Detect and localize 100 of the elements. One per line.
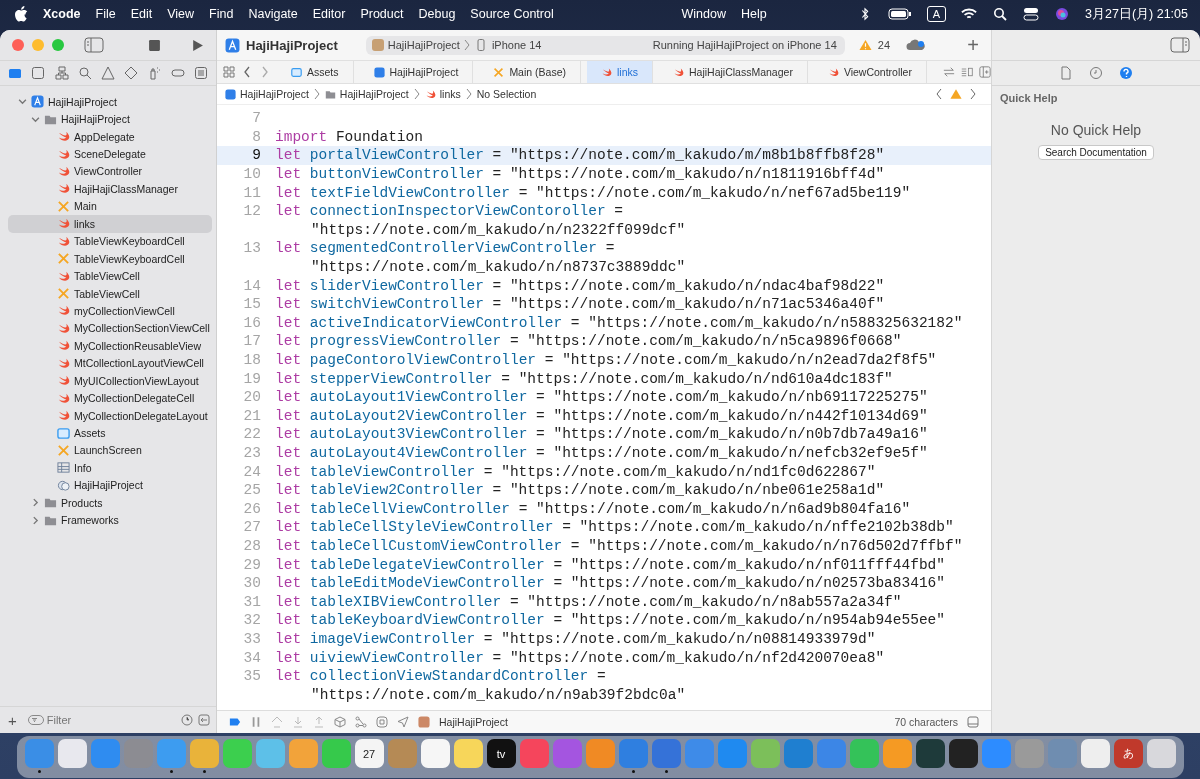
sidebar-toggle-icon[interactable]: [84, 37, 104, 53]
navigator-item[interactable]: Assets: [8, 424, 212, 442]
step-over-icon[interactable]: [271, 716, 283, 728]
navigator-item[interactable]: TableViewKeyboardCell: [8, 232, 212, 250]
menu-item[interactable]: File: [95, 7, 116, 21]
navigator-item[interactable]: TableViewCell: [8, 284, 212, 303]
navigator-item[interactable]: HajiHajiProject: [8, 110, 212, 128]
environment-icon[interactable]: [376, 716, 388, 728]
folder-icon[interactable]: [8, 66, 22, 80]
app-icon[interactable]: [420, 739, 450, 768]
help-icon[interactable]: [1119, 66, 1133, 80]
app-icon[interactable]: [453, 739, 483, 768]
navigator-item[interactable]: MyCollectionDelegateLayout: [8, 406, 212, 425]
editor-tab[interactable]: HajiHajiClassManager: [659, 61, 808, 83]
menu-item[interactable]: Navigate: [248, 7, 298, 21]
source-control-icon[interactable]: [31, 66, 46, 80]
inspector-toggle-icon[interactable]: [1170, 37, 1190, 53]
step-in-icon[interactable]: [292, 716, 304, 728]
grid-icon[interactable]: [223, 66, 235, 78]
device-selector[interactable]: iPhone 14: [491, 39, 542, 51]
navigator-item[interactable]: ViewController: [8, 162, 212, 181]
graph-icon[interactable]: [355, 716, 367, 728]
navigator-item[interactable]: Main: [8, 197, 212, 216]
add-editor-icon[interactable]: [979, 66, 991, 78]
swap-icon[interactable]: [943, 66, 955, 78]
app-icon[interactable]: 27: [354, 739, 384, 768]
control-center-icon[interactable]: [1023, 7, 1040, 21]
navigator-item[interactable]: HajiHajiProject: [8, 476, 212, 495]
breadcrumb-item[interactable]: links: [424, 88, 461, 100]
menu-item[interactable]: Editor: [312, 7, 346, 21]
stop-icon[interactable]: [148, 38, 161, 52]
cube-icon[interactable]: [334, 716, 346, 728]
editor-tab[interactable]: HajiHajiProject: [359, 61, 474, 83]
navigator-item[interactable]: MtCollectionLayoutViewCell: [8, 354, 212, 372]
navigator-item[interactable]: Info: [8, 459, 212, 477]
menu-item[interactable]: Product: [360, 7, 404, 21]
tag-icon[interactable]: [170, 66, 185, 80]
warning-count[interactable]: 24: [877, 39, 890, 51]
warning-icon[interactable]: [101, 66, 115, 80]
editor-tab[interactable]: Main (Base): [479, 61, 581, 83]
app-icon[interactable]: [948, 739, 978, 768]
pause-icon[interactable]: [250, 716, 262, 728]
history-icon[interactable]: [1089, 66, 1103, 80]
scheme-selector[interactable]: HajiHajiProject: [387, 39, 460, 51]
input-mode-indicator[interactable]: A: [926, 6, 947, 22]
battery-icon[interactable]: [887, 7, 912, 21]
editor-tab[interactable]: links: [587, 61, 653, 83]
add-button[interactable]: +: [967, 35, 979, 55]
menu-item[interactable]: Edit: [130, 7, 153, 21]
apple-logo-icon[interactable]: [14, 6, 28, 22]
console-toggle-icon[interactable]: [967, 716, 979, 728]
warning-icon[interactable]: [858, 39, 872, 51]
app-icon[interactable]: [1080, 739, 1110, 768]
app-icon[interactable]: [57, 739, 87, 768]
navigator-item[interactable]: MyCollectionDelegateCell: [8, 389, 212, 407]
search-icon[interactable]: [992, 7, 1009, 21]
navigator-item[interactable]: MyCollectionSectionViewCell: [8, 319, 212, 338]
navigator-item[interactable]: TableViewCell: [8, 267, 212, 285]
navigator-item[interactable]: myCollectionViewCell: [8, 302, 212, 320]
navigator-item[interactable]: MyCollectionReusableView: [8, 337, 212, 355]
menu-item[interactable]: Source Control: [470, 7, 554, 21]
navigator-item[interactable]: MyUICollectionViewLayout: [8, 372, 212, 390]
warning-icon[interactable]: [950, 88, 962, 100]
app-icon[interactable]: [1146, 739, 1176, 768]
navigator-item[interactable]: HajiHajiClassManager: [8, 180, 212, 198]
hierarchy-icon[interactable]: [54, 66, 69, 80]
breakpoints-icon[interactable]: [229, 716, 241, 728]
spray-icon[interactable]: [147, 66, 162, 80]
filter-options-icon[interactable]: [198, 714, 210, 726]
editor-tab[interactable]: ViewController: [813, 61, 927, 83]
document-icon[interactable]: [1059, 66, 1073, 80]
minimap-icon[interactable]: [961, 66, 973, 78]
menu-item[interactable]: Find: [209, 7, 234, 21]
app-icon[interactable]: tv: [486, 739, 516, 768]
list-icon[interactable]: [194, 66, 208, 80]
close-button[interactable]: [12, 39, 24, 51]
editor-tab[interactable]: Assets: [277, 61, 354, 83]
debug-target[interactable]: HajiHajiProject: [439, 716, 508, 728]
zoom-button[interactable]: [52, 39, 64, 51]
menu-item[interactable]: Help: [741, 7, 767, 21]
navigator-item[interactable]: TableViewKeyboardCell: [8, 249, 212, 268]
filter-field[interactable]: Filter: [46, 714, 147, 726]
navigator-item[interactable]: links: [8, 215, 212, 233]
wifi-icon[interactable]: [961, 7, 978, 21]
add-button[interactable]: +: [6, 711, 19, 729]
navigator-item[interactable]: Products: [8, 494, 212, 512]
menu-item[interactable]: Debug: [418, 7, 456, 21]
location-icon[interactable]: [397, 716, 409, 728]
navigator-item[interactable]: SceneDelegate: [8, 145, 212, 163]
breadcrumb-item[interactable]: HajiHajiProject: [225, 88, 309, 100]
navigator-item[interactable]: Frameworks: [8, 511, 212, 529]
app-icon[interactable]: あ: [1113, 739, 1143, 768]
navigator-item[interactable]: HajiHajiProject: [8, 93, 212, 111]
breadcrumb-item[interactable]: HajiHajiProject: [324, 88, 409, 100]
run-icon[interactable]: [191, 38, 204, 52]
search-documentation-button[interactable]: Search Documentation: [1038, 145, 1154, 160]
breadcrumb-item[interactable]: No Selection: [476, 88, 537, 100]
siri-icon[interactable]: [1054, 7, 1071, 21]
menu-item[interactable]: Window: [681, 7, 726, 21]
menu-app-name[interactable]: Xcode: [43, 7, 81, 21]
